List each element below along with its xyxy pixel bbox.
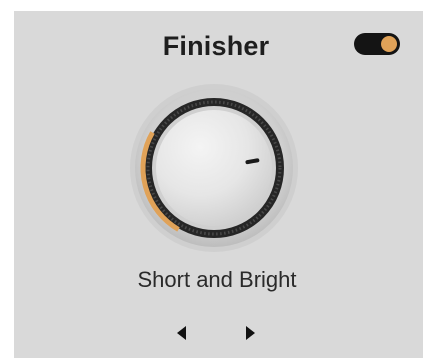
finisher-knob-area xyxy=(130,84,298,252)
triangle-right-icon xyxy=(245,326,255,340)
knob-indicator xyxy=(245,158,260,165)
preset-name: Short and Bright xyxy=(137,267,297,292)
previous-preset-button[interactable] xyxy=(171,322,191,344)
triangle-left-icon xyxy=(176,326,186,340)
knob[interactable] xyxy=(156,110,272,226)
next-preset-button[interactable] xyxy=(240,322,260,344)
finisher-panel: Finisher Short and Bright xyxy=(14,11,423,358)
